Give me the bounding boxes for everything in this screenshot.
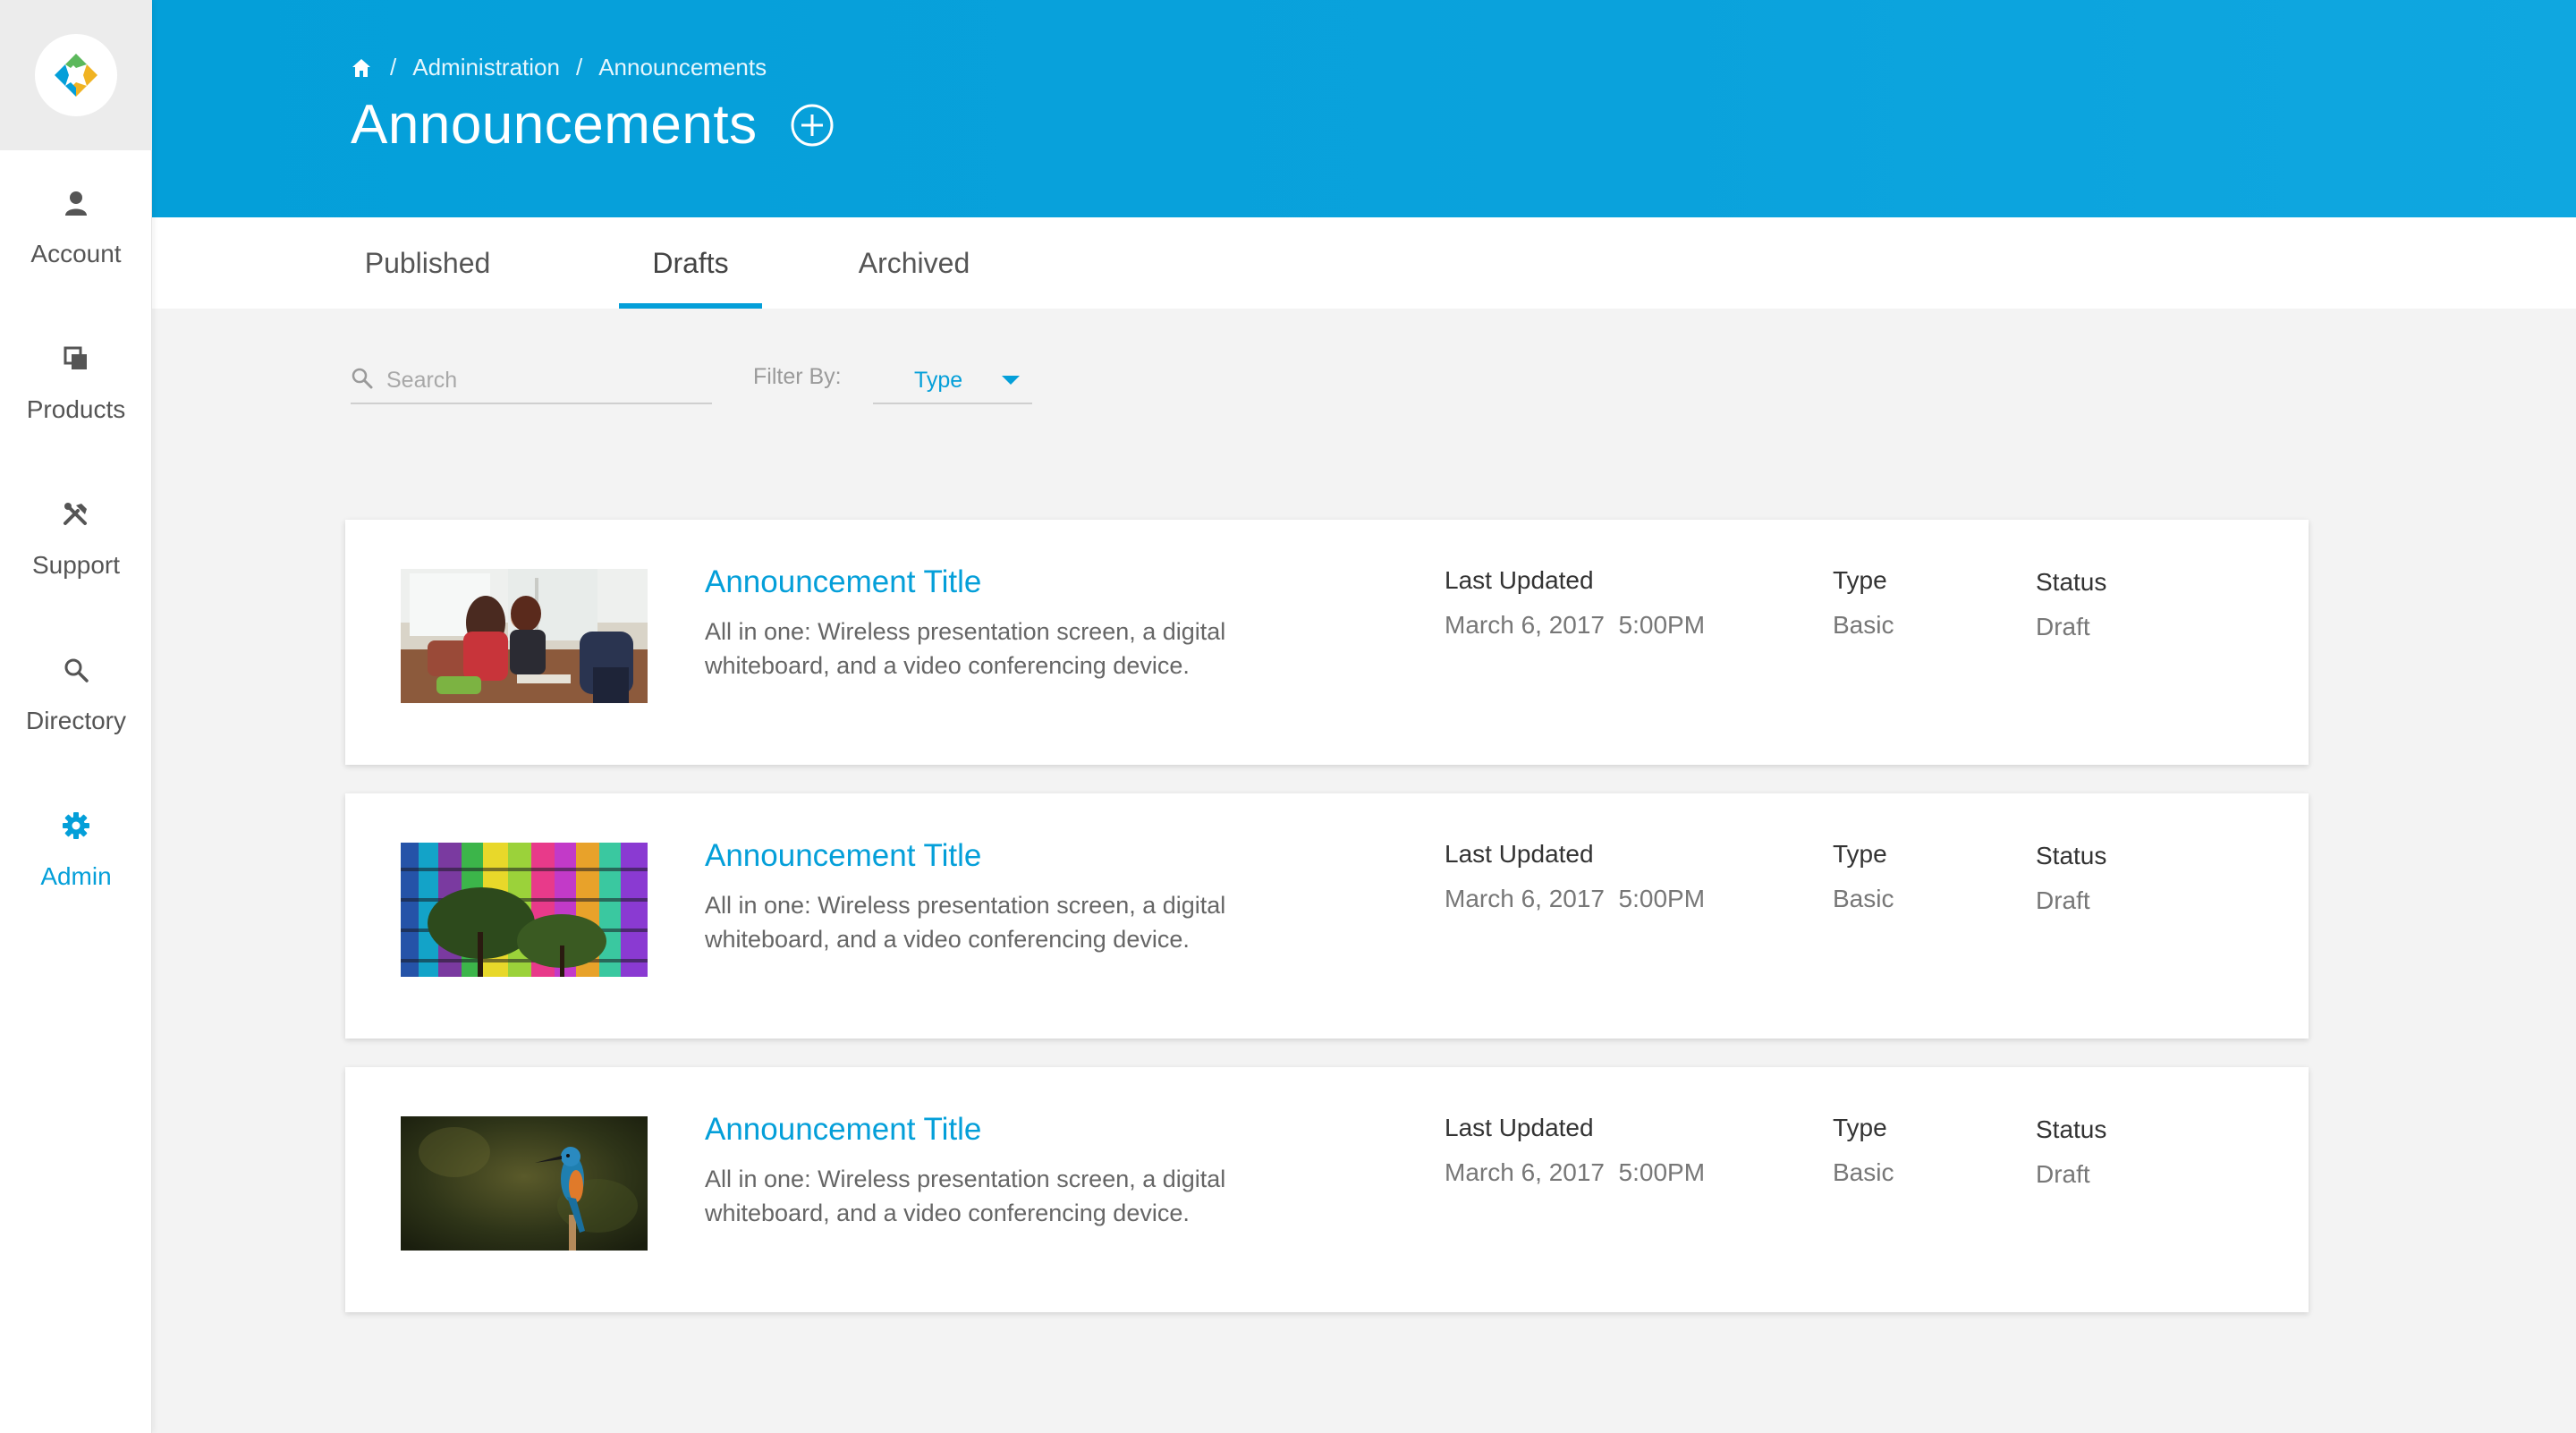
- tools-icon: [61, 499, 91, 530]
- search-icon: [61, 655, 91, 685]
- page-title-row: Announcements: [351, 93, 835, 157]
- type-label: Type: [1833, 840, 1887, 868]
- last-updated-value: March 6, 2017 5:00PM: [1445, 885, 1706, 912]
- page-title: Announcements: [351, 94, 758, 156]
- sidebar-item-label: Account: [30, 240, 122, 267]
- breadcrumb: / Administration / Announcements: [351, 54, 767, 81]
- colorful-building-photo: [401, 843, 648, 977]
- tab-bar: Published Drafts Archived: [152, 217, 2576, 309]
- home-icon[interactable]: [351, 56, 374, 80]
- office-meeting-photo: [401, 569, 648, 703]
- sidebar: Account Products Support Directory Admin: [0, 0, 152, 1433]
- breadcrumb-separator: /: [575, 54, 583, 81]
- breadcrumb-item-announcements[interactable]: Announcements: [598, 54, 767, 81]
- search-input[interactable]: [386, 367, 691, 394]
- tab-published[interactable]: Published: [365, 217, 491, 309]
- filter-selected-value: Type: [914, 367, 963, 393]
- type-value: Basic: [1833, 885, 1894, 912]
- announcement-description: All in one: Wireless presentation screen…: [705, 1166, 1226, 1226]
- breadcrumb-item-administration[interactable]: Administration: [412, 54, 560, 81]
- breadcrumb-separator: /: [390, 54, 397, 81]
- last-updated-value: March 6, 2017 5:00PM: [1445, 1158, 1706, 1186]
- last-updated-label: Last Updated: [1445, 566, 1594, 594]
- sidebar-item-admin[interactable]: Admin: [0, 773, 152, 928]
- announcement-description: All in one: Wireless presentation screen…: [705, 892, 1226, 953]
- logo-icon: [55, 54, 97, 97]
- sidebar-item-label: Directory: [25, 707, 126, 734]
- sidebar-item-label: Support: [31, 551, 121, 579]
- kingfisher-bird-photo: [401, 1116, 648, 1251]
- announcement-card[interactable]: Announcement Title All in one: Wireless …: [345, 793, 2309, 1039]
- gear-icon: [61, 810, 91, 841]
- announcement-title[interactable]: Announcement Title: [705, 838, 981, 874]
- type-value: Basic: [1833, 1158, 1894, 1186]
- sidebar-item-products[interactable]: Products: [0, 306, 152, 462]
- type-label: Type: [1833, 566, 1887, 594]
- products-icon: [61, 343, 91, 374]
- search-icon: [351, 367, 374, 394]
- filter-by-label: Filter By:: [753, 364, 842, 389]
- last-updated-label: Last Updated: [1445, 840, 1594, 868]
- type-filter-dropdown[interactable]: Type: [873, 358, 1032, 404]
- last-updated-label: Last Updated: [1445, 1114, 1594, 1141]
- status-value: Draft: [2036, 613, 2090, 640]
- last-updated-value: March 6, 2017 5:00PM: [1445, 611, 1706, 639]
- announcement-title[interactable]: Announcement Title: [705, 564, 981, 600]
- page-header: / Administration / Announcements Announc…: [152, 0, 2576, 217]
- sidebar-item-label: Products: [26, 395, 126, 423]
- logo-area: [0, 0, 152, 150]
- type-label: Type: [1833, 1114, 1887, 1141]
- announcement-title[interactable]: Announcement Title: [705, 1112, 981, 1148]
- status-label: Status: [2036, 568, 2107, 596]
- plus-circle-icon: [791, 104, 834, 146]
- status-label: Status: [2036, 842, 2107, 869]
- add-announcement-button[interactable]: [790, 103, 835, 148]
- status-value: Draft: [2036, 886, 2090, 914]
- sidebar-item-support[interactable]: Support: [0, 462, 152, 617]
- tab-archived[interactable]: Archived: [843, 217, 986, 309]
- announcement-card[interactable]: Announcement Title All in one: Wireless …: [345, 520, 2309, 765]
- sidebar-item-account[interactable]: Account: [0, 150, 152, 306]
- tab-drafts[interactable]: Drafts: [619, 217, 762, 309]
- announcement-card[interactable]: Announcement Title All in one: Wireless …: [345, 1067, 2309, 1312]
- type-value: Basic: [1833, 611, 1894, 639]
- status-label: Status: [2036, 1115, 2107, 1143]
- person-icon: [61, 188, 91, 218]
- sidebar-item-directory[interactable]: Directory: [0, 617, 152, 773]
- sidebar-item-label: Admin: [40, 862, 112, 890]
- search-field: [351, 358, 712, 404]
- status-value: Draft: [2036, 1160, 2090, 1188]
- chevron-down-icon: [1002, 376, 1020, 385]
- app-logo[interactable]: [35, 34, 117, 116]
- announcement-description: All in one: Wireless presentation screen…: [705, 618, 1226, 679]
